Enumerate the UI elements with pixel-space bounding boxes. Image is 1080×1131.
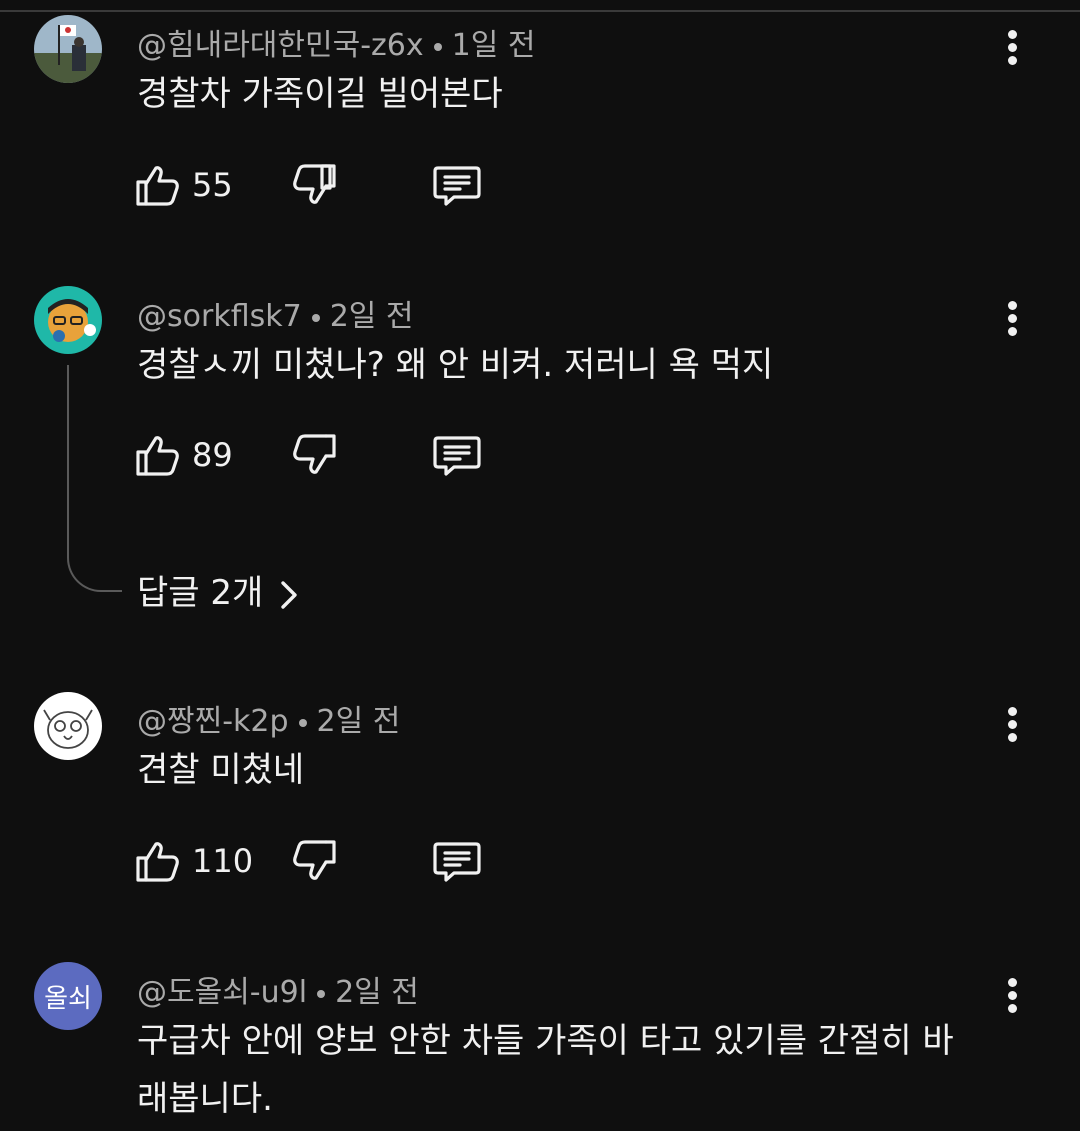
comment-actions: 55: [0, 162, 1080, 212]
thumbs-up-icon: [134, 838, 182, 884]
like-count: 110: [192, 842, 254, 880]
thread-line: [67, 365, 122, 592]
more-vertical-icon[interactable]: [998, 705, 1028, 745]
comment-icon: [432, 838, 482, 884]
comment-text: 구급차 안에 양보 안한 차들 가족이 타고 있기를 간절히 바래봅니다.: [137, 1021, 954, 1119]
reply-button[interactable]: [432, 838, 482, 888]
like-button[interactable]: [134, 838, 182, 888]
comment-time[interactable]: 2일 전: [317, 704, 401, 739]
avatar[interactable]: [34, 15, 102, 83]
comment-author[interactable]: @도올쇠-u9l: [137, 975, 307, 1010]
comment-meta: @도올쇠-u9l 2일 전: [137, 967, 419, 1011]
thumbs-down-icon: [292, 838, 340, 884]
view-replies-button[interactable]: 답글 2개: [137, 565, 299, 614]
comment-icon: [432, 162, 482, 208]
dislike-button[interactable]: [292, 838, 340, 888]
like-count: 55: [192, 166, 233, 204]
thumbs-down-icon: [292, 432, 340, 478]
comment-meta: @힘내라대한민국-z6x 1일 전: [137, 20, 535, 64]
reply-button[interactable]: [432, 432, 482, 482]
separator-dot: [433, 42, 442, 51]
chevron-right-icon: [279, 580, 299, 610]
comment-meta: @짱찐-k2p 2일 전: [137, 696, 400, 740]
avatar[interactable]: [34, 692, 102, 760]
avatar[interactable]: 올쇠: [34, 962, 102, 1030]
avatar[interactable]: [34, 286, 102, 354]
thumbs-up-icon: [134, 162, 182, 208]
comment-time[interactable]: 1일 전: [452, 28, 536, 63]
reply-button[interactable]: [432, 162, 482, 212]
dislike-button[interactable]: [292, 432, 340, 482]
separator-dot: [317, 989, 326, 998]
like-button[interactable]: [134, 432, 182, 482]
like-button[interactable]: [134, 162, 182, 212]
comment-author[interactable]: @힘내라대한민국-z6x: [137, 28, 424, 63]
more-vertical-icon[interactable]: [998, 28, 1028, 68]
comment-time[interactable]: 2일 전: [330, 299, 414, 334]
separator-dot: [311, 313, 320, 322]
avatar-initials: 올쇠: [44, 983, 92, 1014]
comment-time[interactable]: 2일 전: [335, 975, 419, 1010]
replies-label: 답글 2개: [137, 573, 264, 613]
top-divider: [0, 0, 1080, 12]
comment-actions: 110: [0, 838, 1080, 888]
separator-dot: [298, 718, 307, 727]
comment-text: 경찰차 가족이길 빌어본다: [137, 74, 503, 114]
like-count: 89: [192, 436, 233, 474]
comment-author[interactable]: @짱찐-k2p: [137, 704, 289, 739]
comment-meta: @sorkflsk7 2일 전: [137, 291, 414, 335]
more-vertical-icon[interactable]: [998, 976, 1028, 1016]
comment-text: 경찰ㅅ끼 미쳤나? 왜 안 비켜. 저러니 욕 먹지: [137, 345, 774, 385]
comment-icon: [432, 432, 482, 478]
thumbs-down-icon: [292, 162, 340, 208]
comment-author[interactable]: @sorkflsk7: [137, 299, 302, 334]
more-vertical-icon[interactable]: [998, 299, 1028, 339]
thumbs-up-icon: [134, 432, 182, 478]
comment-text: 견찰 미쳤네: [137, 750, 305, 790]
comment-actions: 89: [0, 432, 1080, 482]
dislike-button[interactable]: [292, 162, 340, 212]
